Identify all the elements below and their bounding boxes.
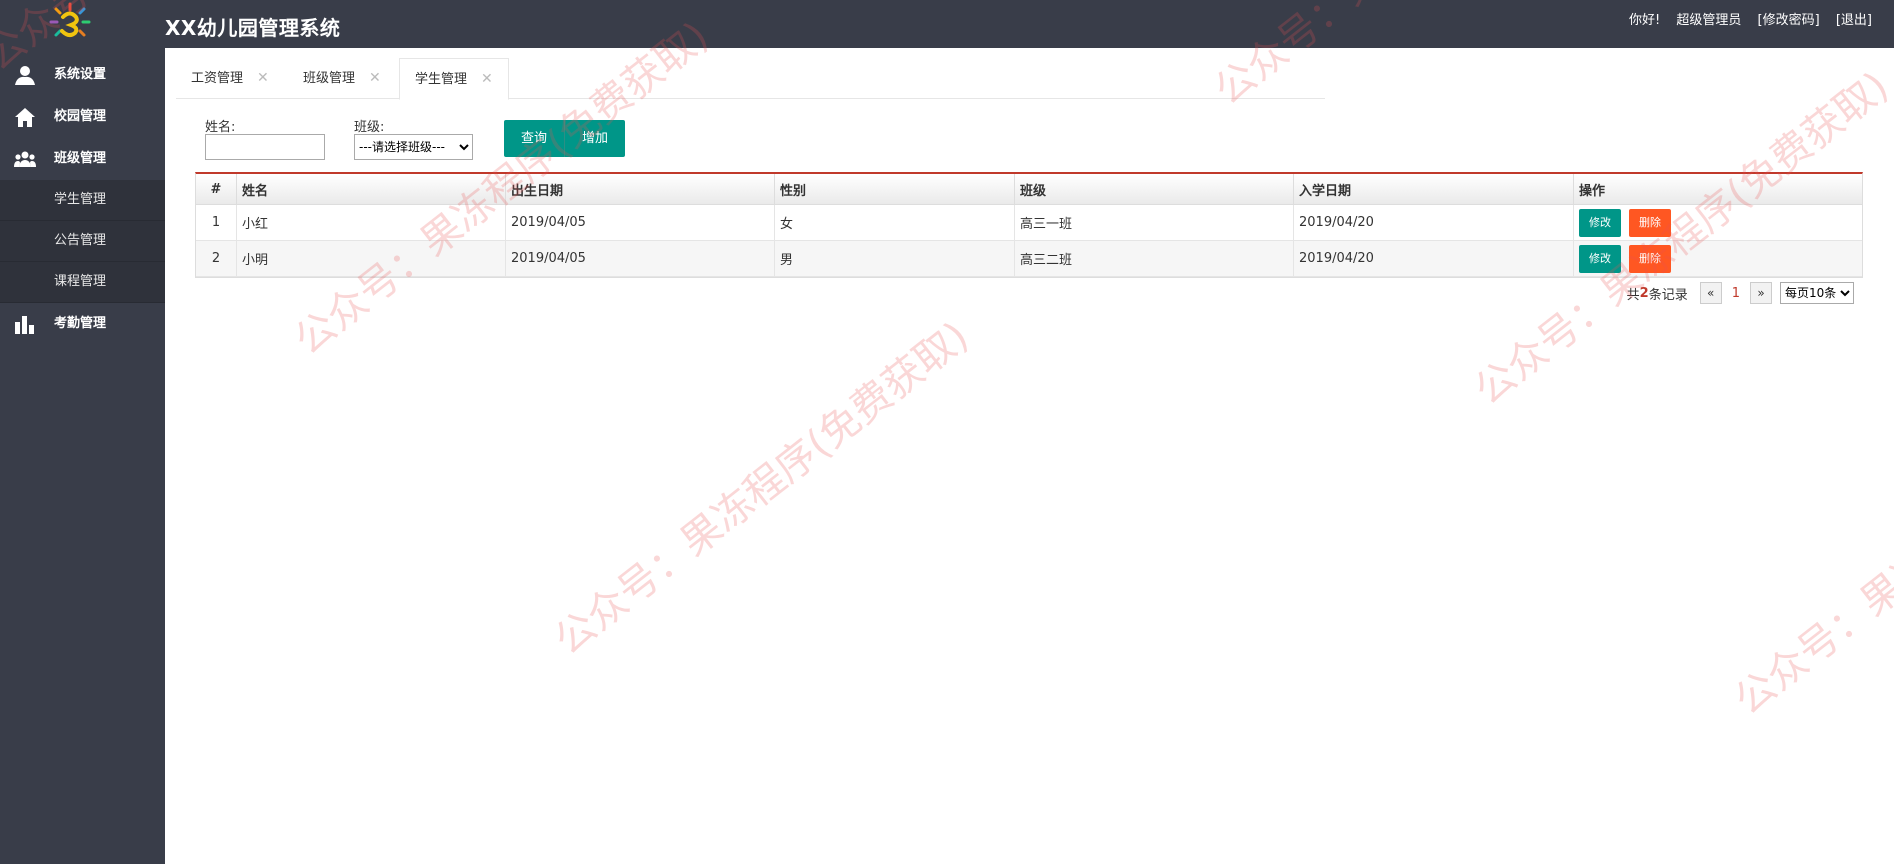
table-row: 2 小明 2019/04/05 男 高三二班 2019/04/20 修改 删除 bbox=[196, 240, 1862, 277]
next-page-button[interactable]: » bbox=[1750, 282, 1772, 304]
main-content: 工资管理 ✕ 班级管理 ✕ 学生管理 ✕ bbox=[165, 48, 1894, 864]
table-header-row: # 姓名 出生日期 性别 班级 入学日期 操作 bbox=[196, 174, 1862, 205]
sidebar-subitem-students[interactable]: 学生管理 bbox=[0, 180, 165, 221]
sidebar-item-campus[interactable]: 校园管理 bbox=[0, 96, 165, 138]
pagination: 共 2 条记录 « 1 » 每页10条 bbox=[1627, 282, 1854, 304]
add-button[interactable]: 增加 bbox=[565, 120, 626, 157]
action-buttons: 查询 增加 bbox=[504, 120, 626, 157]
sidebar-item-attendance[interactable]: 考勤管理 bbox=[0, 303, 165, 345]
pager-prefix: 共 bbox=[1626, 287, 1640, 303]
close-icon[interactable]: ✕ bbox=[257, 70, 269, 86]
row-actions: 修改 删除 bbox=[1573, 204, 1862, 241]
column-header: # bbox=[196, 174, 237, 205]
column-header: 操作 bbox=[1573, 174, 1862, 205]
sidebar-item-label: 校园管理 bbox=[54, 109, 107, 124]
sidebar-item-class[interactable]: 班级管理 bbox=[0, 138, 165, 180]
enroll-date: 2019/04/20 bbox=[1293, 204, 1574, 241]
student-name: 小明 bbox=[236, 240, 506, 277]
column-header: 入学日期 bbox=[1293, 174, 1574, 205]
logo-icon bbox=[49, 2, 91, 38]
tab-label: 工资管理 bbox=[191, 71, 244, 86]
sidebar-item-system-settings[interactable]: 系统设置 bbox=[0, 54, 165, 96]
name-label: 姓名: bbox=[205, 120, 236, 135]
class-name: 高三一班 bbox=[1014, 204, 1294, 241]
query-button[interactable]: 查询 bbox=[504, 120, 566, 157]
change-password-link[interactable]: [修改密码] bbox=[1758, 13, 1820, 28]
birth-date: 2019/04/05 bbox=[505, 240, 775, 277]
row-actions: 修改 删除 bbox=[1573, 240, 1862, 277]
sidebar-subitem-courses[interactable]: 课程管理 bbox=[0, 262, 165, 303]
name-input[interactable] bbox=[205, 134, 325, 160]
gender: 女 bbox=[774, 204, 1015, 241]
student-name: 小红 bbox=[236, 204, 506, 241]
row-index: 2 bbox=[196, 240, 237, 277]
column-header: 班级 bbox=[1014, 174, 1294, 205]
class-select[interactable]: ---请选择班级--- bbox=[354, 134, 473, 160]
tab-label: 班级管理 bbox=[303, 71, 356, 86]
record-count: 2 bbox=[1639, 285, 1649, 301]
bar-chart-icon bbox=[15, 316, 34, 334]
tab-label: 学生管理 bbox=[415, 72, 468, 87]
sidebar: 系统设置 校园管理 班级管理 学生管理 公告管理 课程管理 考勤管理 bbox=[0, 48, 165, 864]
sidebar-subitem-notices[interactable]: 公告管理 bbox=[0, 221, 165, 262]
row-index: 1 bbox=[196, 204, 237, 241]
tab-bar: 工资管理 ✕ 班级管理 ✕ 学生管理 ✕ bbox=[176, 58, 1325, 100]
class-name: 高三二班 bbox=[1014, 240, 1294, 277]
logout-link[interactable]: [退出] bbox=[1836, 13, 1872, 28]
sidebar-item-label: 班级管理 bbox=[54, 151, 107, 166]
column-header: 姓名 bbox=[236, 174, 506, 205]
user-bar: 你好! 超级管理员 [修改密码] [退出] bbox=[1617, 9, 1872, 28]
page-size-select[interactable]: 每页10条 bbox=[1780, 282, 1854, 304]
close-icon[interactable]: ✕ bbox=[369, 70, 381, 86]
birth-date: 2019/04/05 bbox=[505, 204, 775, 241]
table-row: 1 小红 2019/04/05 女 高三一班 2019/04/20 修改 删除 bbox=[196, 204, 1862, 241]
enroll-date: 2019/04/20 bbox=[1293, 240, 1574, 277]
edit-button[interactable]: 修改 bbox=[1579, 208, 1621, 237]
user-icon bbox=[15, 66, 35, 85]
greeting-text: 你好! bbox=[1629, 13, 1661, 28]
home-icon bbox=[15, 108, 35, 127]
sidebar-submenu: 学生管理 公告管理 课程管理 bbox=[0, 180, 165, 303]
edit-button[interactable]: 修改 bbox=[1579, 244, 1621, 273]
gender: 男 bbox=[774, 240, 1015, 277]
tab-students[interactable]: 学生管理 ✕ bbox=[399, 58, 509, 100]
user-name: 超级管理员 bbox=[1676, 13, 1742, 28]
sidebar-item-label: 系统设置 bbox=[54, 67, 107, 82]
delete-button[interactable]: 删除 bbox=[1629, 244, 1671, 273]
app-title: XX幼儿园管理系统 bbox=[165, 16, 341, 40]
top-bar: XX幼儿园管理系统 你好! 超级管理员 [修改密码] [退出] bbox=[0, 0, 1894, 48]
group-icon bbox=[14, 151, 36, 167]
class-label: 班级: bbox=[354, 120, 385, 135]
column-header: 性别 bbox=[774, 174, 1015, 205]
current-page[interactable]: 1 bbox=[1732, 286, 1740, 301]
column-header: 出生日期 bbox=[505, 174, 775, 205]
tab-class[interactable]: 班级管理 ✕ bbox=[288, 58, 396, 98]
sidebar-item-label: 考勤管理 bbox=[54, 316, 107, 331]
student-table: # 姓名 出生日期 性别 班级 入学日期 操作 1 小红 2019/04/05 … bbox=[195, 172, 1863, 278]
close-icon[interactable]: ✕ bbox=[481, 71, 493, 87]
delete-button[interactable]: 删除 bbox=[1629, 208, 1671, 237]
prev-page-button[interactable]: « bbox=[1699, 282, 1722, 304]
pager-suffix: 条记录 bbox=[1648, 287, 1688, 303]
tab-salary[interactable]: 工资管理 ✕ bbox=[176, 58, 284, 98]
